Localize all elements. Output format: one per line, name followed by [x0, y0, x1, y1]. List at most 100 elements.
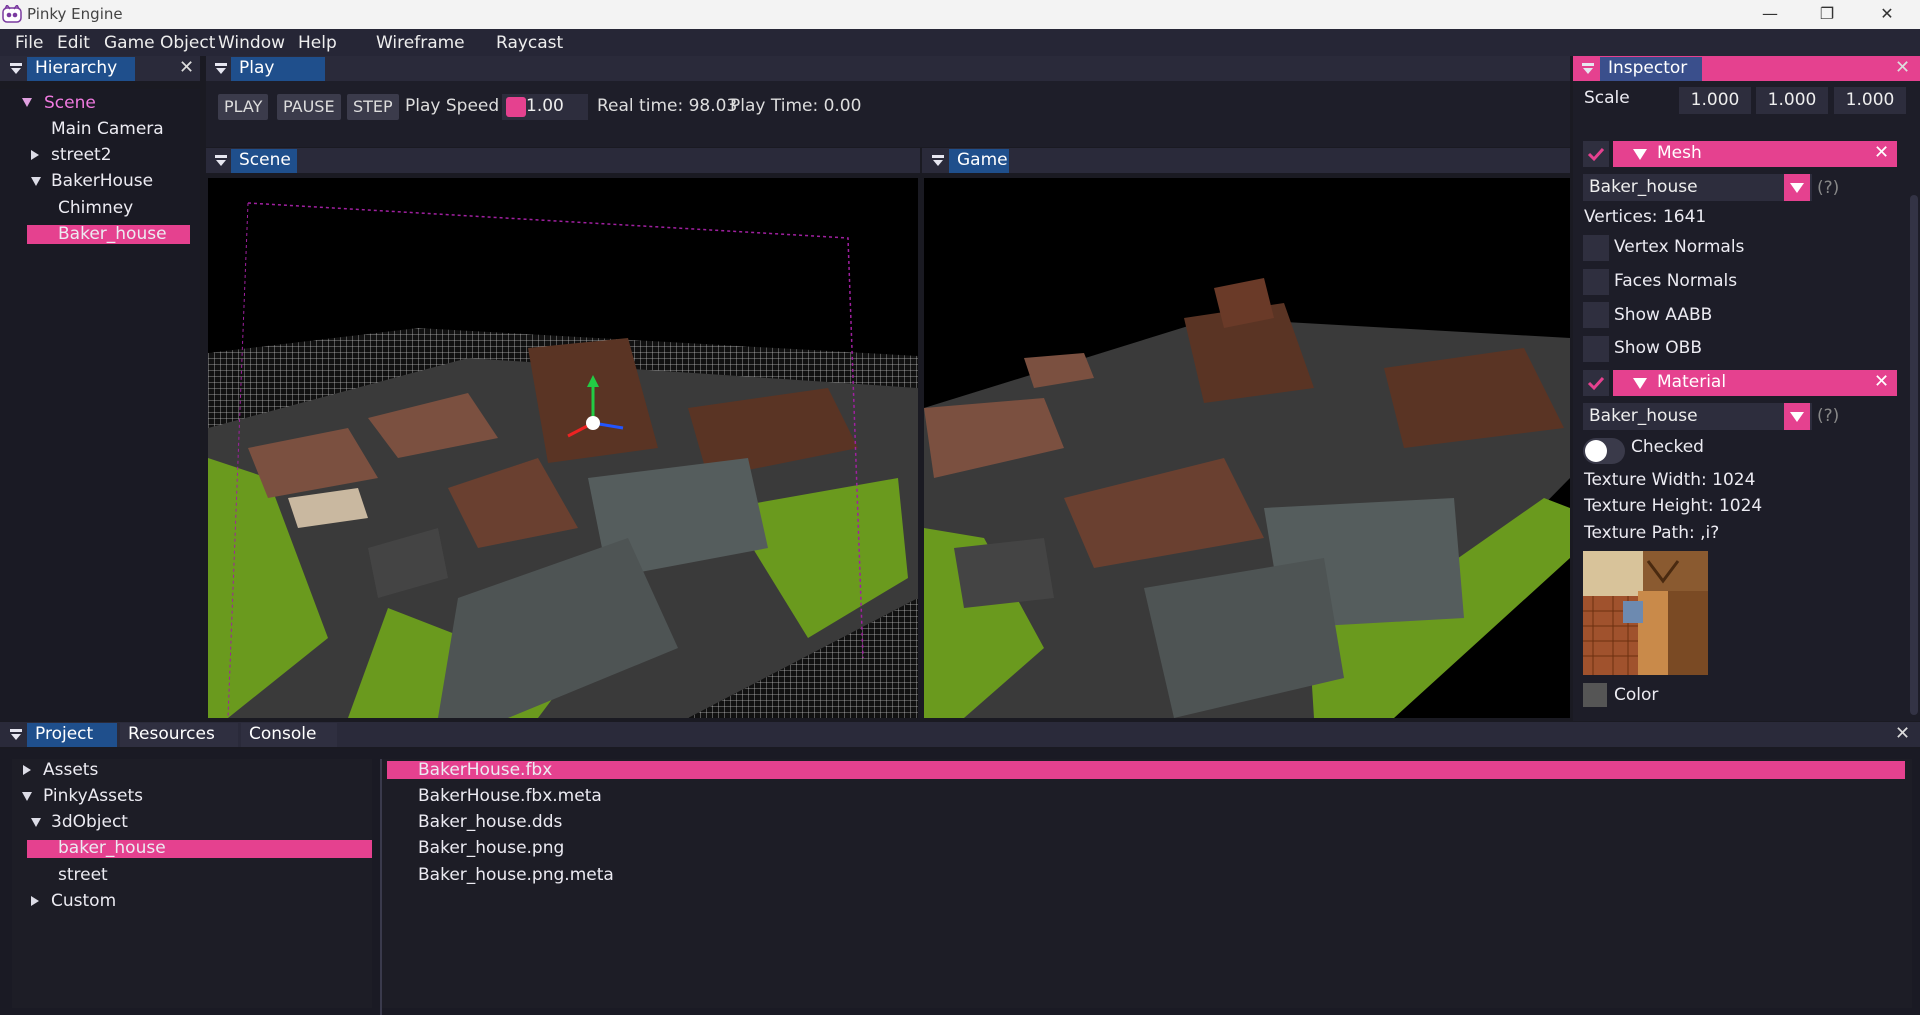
close-icon[interactable]: ✕ [179, 57, 194, 78]
vertex-normals-checkbox[interactable] [1583, 235, 1609, 261]
tab-resources[interactable]: Resources [120, 723, 238, 747]
texture-height: Texture Height: 1024 [1584, 496, 1763, 516]
panel-menu-icon[interactable] [10, 729, 22, 741]
faces-normals-checkbox[interactable] [1583, 269, 1609, 295]
chevron-down-icon[interactable] [1784, 174, 1810, 201]
pause-button[interactable]: PAUSE [277, 94, 341, 120]
scale-x-field[interactable]: 1.000 [1679, 87, 1751, 114]
scale-z-field[interactable]: 1.000 [1834, 87, 1906, 114]
chevron-down-icon[interactable] [1784, 403, 1810, 430]
panel-menu-icon[interactable] [215, 155, 227, 167]
checked-toggle[interactable] [1583, 438, 1625, 464]
expand-arrow-icon[interactable] [31, 177, 41, 186]
tab-project[interactable]: Project [27, 723, 117, 747]
playtime-titlebar: Play Time [206, 56, 1570, 101]
mesh-help[interactable]: (?) [1817, 178, 1839, 198]
folder-baker-house[interactable]: baker_house [58, 838, 166, 858]
selection-highlight [387, 761, 1905, 779]
material-enabled-checkbox[interactable] [1583, 370, 1609, 396]
close-icon[interactable]: ✕ [1895, 723, 1910, 744]
slider-grab[interactable] [506, 97, 526, 117]
expand-arrow-icon[interactable] [31, 818, 41, 827]
show-obb-checkbox[interactable] [1583, 336, 1609, 362]
file-item[interactable]: Baker_house.png.meta [418, 865, 614, 885]
scale-label: Scale [1584, 88, 1630, 108]
inspector-titlebar: Inspector ✕ [1573, 56, 1920, 81]
window-title: Pinky Engine [27, 5, 123, 23]
tab-hierarchy[interactable]: Hierarchy [27, 57, 135, 81]
scale-y-field[interactable]: 1.000 [1756, 87, 1828, 114]
tree-item-scene[interactable]: Scene [44, 93, 96, 113]
tree-item-bakerhouse[interactable]: BakerHouse [51, 171, 153, 191]
collapse-arrow-icon[interactable] [23, 765, 31, 775]
texture-preview [1583, 551, 1708, 675]
restore-button[interactable]: ❐ [1802, 0, 1852, 29]
play-time-readout: Play Time: 0.00 [730, 96, 862, 116]
folder-street[interactable]: street [58, 865, 108, 885]
tab-game[interactable]: Game [949, 149, 1009, 173]
menu-file[interactable]: File [15, 33, 43, 53]
minimize-button[interactable]: — [1745, 0, 1795, 29]
hierarchy-titlebar: Hierarchy ✕ [0, 56, 200, 81]
folder-pinkyassets[interactable]: PinkyAssets [43, 786, 143, 806]
material-help[interactable]: (?) [1817, 406, 1839, 426]
menu-window[interactable]: Window [218, 33, 285, 53]
panel-menu-icon[interactable] [10, 63, 22, 75]
file-item[interactable]: BakerHouse.fbx [418, 760, 552, 780]
step-button[interactable]: STEP [347, 94, 399, 120]
collapse-arrow-icon [1633, 378, 1647, 389]
folder-custom[interactable]: Custom [51, 891, 116, 911]
file-item[interactable]: BakerHouse.fbx.meta [418, 786, 602, 806]
close-window-button[interactable]: ✕ [1862, 0, 1912, 29]
vertex-normals-label: Vertex Normals [1614, 237, 1745, 257]
color-label: Color [1614, 685, 1659, 705]
expand-arrow-icon[interactable] [22, 98, 32, 107]
tab-play-time[interactable]: Play Time [231, 57, 325, 101]
game-viewport[interactable] [924, 178, 1570, 718]
raycast-checkbox[interactable] [468, 34, 488, 52]
menu-wireframe[interactable]: Wireframe [376, 33, 465, 53]
menu-raycast[interactable]: Raycast [496, 33, 563, 53]
folder-assets[interactable]: Assets [43, 760, 98, 780]
close-icon[interactable]: ✕ [1874, 371, 1889, 392]
vertices-count: Vertices: 1641 [1584, 207, 1707, 227]
collapse-arrow-icon[interactable] [31, 896, 39, 906]
checkmark-icon [1587, 376, 1605, 391]
tree-item-chimney[interactable]: Chimney [58, 198, 133, 218]
menu-help[interactable]: Help [298, 33, 337, 53]
material-dropdown[interactable]: Baker_house [1583, 403, 1812, 430]
file-item[interactable]: Baker_house.dds [418, 812, 562, 832]
collapse-arrow-icon [1633, 149, 1647, 160]
tree-item-street2[interactable]: street2 [51, 145, 112, 165]
close-icon[interactable]: ✕ [1895, 57, 1910, 78]
inspector-scrollbar[interactable] [1910, 195, 1918, 715]
collapse-arrow-icon[interactable] [31, 150, 39, 160]
texture-path: Texture Path: ,i? [1584, 523, 1720, 543]
panel-menu-icon[interactable] [1582, 63, 1594, 75]
tab-scene[interactable]: Scene [231, 149, 297, 173]
tree-item-main-camera[interactable]: Main Camera [51, 119, 164, 139]
app-logo-icon [2, 5, 22, 23]
scene-viewport[interactable] [208, 178, 918, 718]
panel-menu-icon[interactable] [215, 63, 227, 75]
show-aabb-checkbox[interactable] [1583, 302, 1609, 328]
mesh-header[interactable]: Mesh ✕ [1613, 141, 1897, 167]
tab-inspector[interactable]: Inspector [1600, 57, 1702, 81]
play-speed-slider[interactable]: 1.00 [502, 94, 588, 120]
color-swatch[interactable] [1583, 683, 1607, 707]
tab-console[interactable]: Console [241, 723, 337, 747]
wireframe-checkbox[interactable] [347, 34, 367, 52]
menu-edit[interactable]: Edit [57, 33, 90, 53]
tree-item-baker-house[interactable]: Baker_house [58, 224, 167, 244]
panel-menu-icon[interactable] [932, 155, 944, 167]
mesh-dropdown[interactable]: Baker_house [1583, 174, 1812, 201]
material-header[interactable]: Material ✕ [1613, 370, 1897, 396]
play-button[interactable]: PLAY [218, 94, 269, 120]
mesh-enabled-checkbox[interactable] [1583, 141, 1609, 167]
expand-arrow-icon[interactable] [22, 792, 32, 801]
close-icon[interactable]: ✕ [1874, 142, 1889, 163]
file-item[interactable]: Baker_house.png [418, 838, 564, 858]
menu-game-object[interactable]: Game Object [104, 33, 215, 53]
scene-titlebar: Scene [206, 148, 920, 173]
folder-3dobject[interactable]: 3dObject [51, 812, 128, 832]
